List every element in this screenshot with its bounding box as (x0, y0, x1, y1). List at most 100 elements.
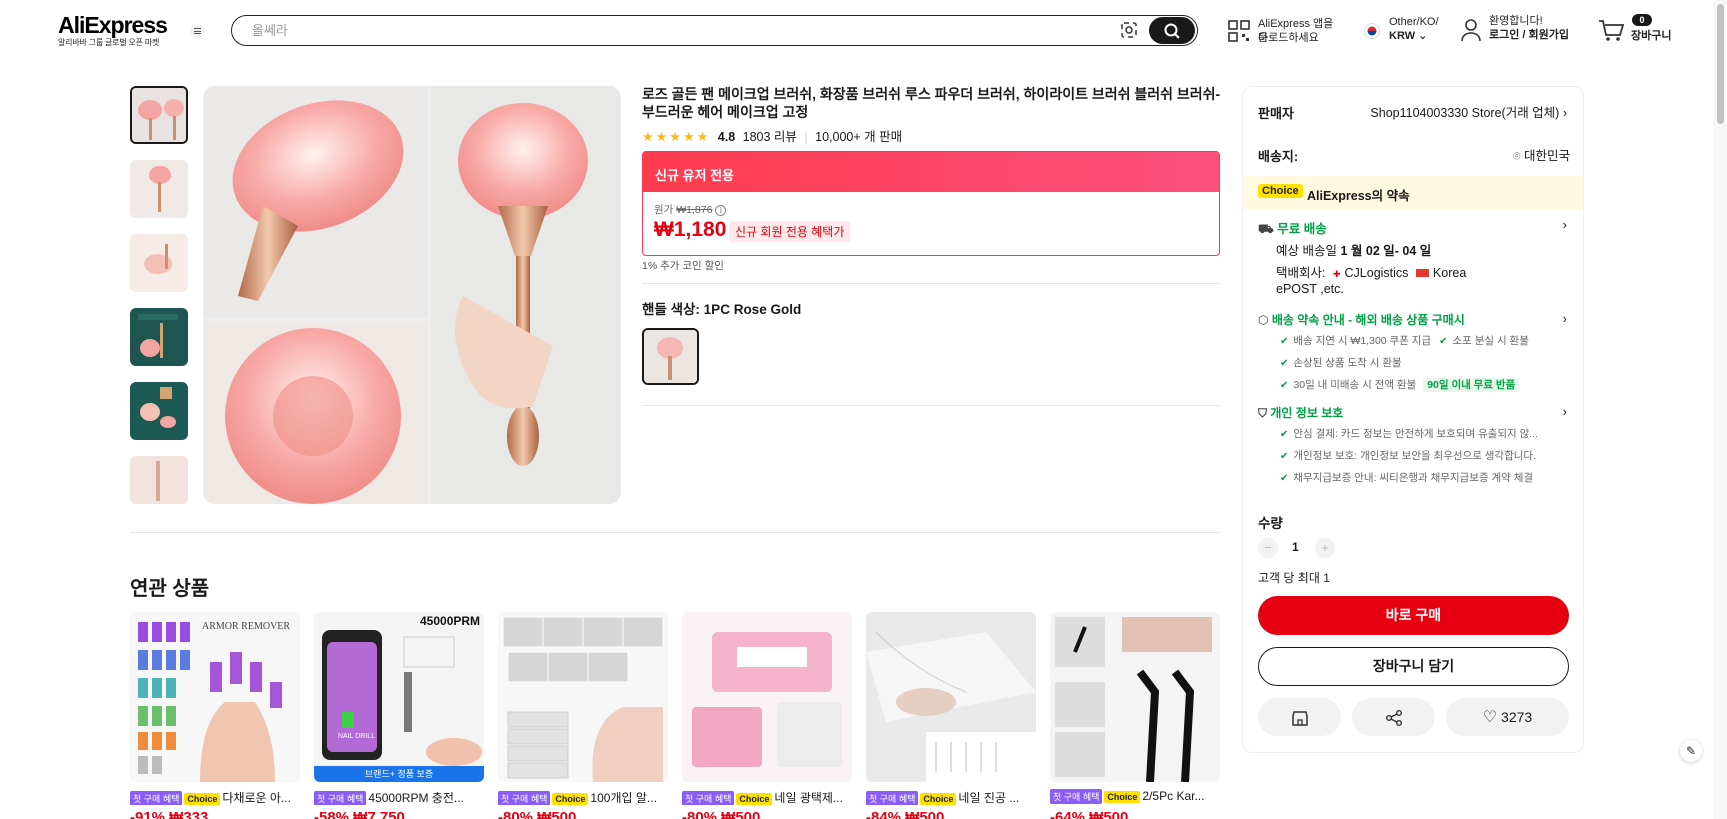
guarantee-title: 배송 약속 안내 - 해외 배송 상품 구매시 (1271, 313, 1465, 327)
coin-discount-note: 1% 추가 코인 할인 (642, 260, 724, 272)
free-shipping-row[interactable]: ⛟ 무료 배송 (1258, 218, 1327, 238)
related-product-name: 첫 구매 혜택 Choice 100개입 알... (498, 789, 668, 805)
image-search-icon[interactable] (1118, 19, 1140, 41)
buy-now-button[interactable]: 바로 구매 (1258, 596, 1569, 635)
related-product-image[interactable]: 45000PRM NAIL DRILL 브랜드+ 정품 보증 (314, 612, 484, 782)
check-icon: ✔ (1280, 451, 1289, 462)
locale-selector[interactable]: Other/KO/ KRW ⌄ (1364, 14, 1444, 46)
app-line2: 운로드하세요 (1258, 32, 1319, 44)
aliexpress-logo[interactable]: AliExpress (58, 12, 168, 39)
related-product-card[interactable]: 첫 구매 혜택 Choice 네일 진공 ... -84% ₩500 (866, 612, 1036, 819)
related-product-price: -80% ₩500 (498, 809, 577, 819)
ship-to-selector[interactable]: ⌾ 대한민국 (1513, 145, 1570, 164)
related-product-card[interactable]: 첫 구매 혜택 Choice 네일 광택제... -80% ₩500 (682, 612, 852, 819)
search-button[interactable] (1149, 17, 1195, 44)
search-input[interactable] (252, 21, 1102, 40)
privacy-row[interactable]: ⛉ 개인 정보 보호 (1258, 404, 1343, 421)
privacy-title: 개인 정보 보호 (1270, 406, 1344, 420)
thumbnail-5[interactable] (130, 382, 188, 440)
sold-count: 10,000+ 개 판매 (815, 130, 903, 144)
thumbnail-4[interactable] (130, 308, 188, 366)
new-user-promo-box: 신규 유저 전용 원가 ₩1,876 i ₩1,180 신규 회원 전용 혜택가 (642, 151, 1220, 256)
related-product-image[interactable]: ARMOR REMOVER (130, 612, 300, 782)
related-product-name: 첫 구매 혜택 Choice 2/5Pc Kar... (1050, 789, 1220, 805)
delivery-guarantee-row[interactable]: ⬡ 배송 약속 안내 - 해외 배송 상품 구매시 (1258, 311, 1465, 328)
estimated-delivery: 예상 배송일 1 월 02 일- 04 일 (1276, 240, 1431, 259)
share-icon (1385, 710, 1402, 727)
product-name: 네일 진공 ... (958, 791, 1020, 805)
related-product-card[interactable]: 첫 구매 혜택 Choice 2/5Pc Kar... -64% ₩500 (1050, 612, 1220, 819)
rating-value: 4.8 (717, 130, 736, 144)
store-button[interactable] (1258, 698, 1341, 736)
price-badge: 신규 회원 전용 혜택가 (729, 221, 851, 242)
download-app-link[interactable]: AliExpress 앱을 다 운로드하세요 (1228, 17, 1338, 47)
cart-icon (1599, 20, 1624, 41)
thumbnail-6[interactable] (130, 456, 188, 504)
svg-text:ARMOR REMOVER: ARMOR REMOVER (202, 621, 290, 632)
related-product-name: 첫 구매 혜택 Choice 네일 광택제... (682, 789, 852, 805)
related-product-image[interactable] (866, 612, 1036, 782)
quantity-label: 수량 (1258, 516, 1283, 531)
choice-banner: Choice AliExpress의 약속 (1243, 176, 1583, 209)
chevron-right-icon[interactable]: › (1563, 311, 1567, 326)
product-name: 45000RPM 충전... (368, 791, 464, 805)
choice-tag: Choice (552, 793, 589, 805)
quantity-increase-button[interactable]: + (1315, 538, 1335, 558)
cart-count-badge: 0 (1632, 14, 1652, 26)
choice-tag: Choice (1104, 791, 1141, 803)
related-product-card[interactable]: ARMOR REMOVER 첫 구매 혜택 Choice 다채로운 아... -91… (130, 612, 300, 819)
first-purchase-tag: 첫 구매 혜택 (498, 791, 551, 805)
cj-logo-icon: ✚ (1332, 269, 1341, 279)
top-header: AliExpress 알리바바 그룹 글로벌 오픈 마켓 AliExpress … (0, 0, 1727, 62)
heart-icon: ♡ (1482, 709, 1498, 726)
feedback-edit-icon[interactable]: ✎ (1680, 740, 1702, 762)
related-product-image[interactable] (1050, 612, 1220, 782)
truck-icon: ⛟ (1258, 222, 1274, 236)
info-icon[interactable]: i (715, 205, 727, 216)
search-icon (1164, 23, 1180, 39)
rating-stars[interactable]: ★★★★★ (642, 129, 710, 144)
seller-link[interactable]: Shop1104003330 Store(거래 업체) › (1370, 102, 1567, 121)
shield-icon: ⬡ (1258, 313, 1269, 327)
wishlist-button[interactable]: ♡ 3273 (1446, 698, 1569, 736)
main-product-image[interactable] (203, 86, 621, 504)
color-swatch-rose-gold[interactable] (642, 328, 699, 385)
first-purchase-tag: 첫 구매 혜택 (314, 791, 367, 805)
add-to-cart-button[interactable]: 장바구니 담기 (1258, 647, 1569, 686)
guarantee-text: 배송 지연 시 ₩1,300 쿠폰 지급 (1293, 335, 1432, 347)
cart-label: 장바구니 (1631, 30, 1672, 42)
est-delivery-prefix: 예상 배송일 (1276, 244, 1337, 258)
cart-link[interactable]: 0 장바구니 (1598, 14, 1678, 46)
account-link[interactable]: 환영합니다! 로그인 / 회원가입 (1460, 14, 1570, 46)
divider (642, 405, 1220, 406)
thumbnail-2[interactable] (130, 160, 188, 218)
original-price-row: 원가 ₩1,876 i (654, 202, 727, 217)
thumbnail-1[interactable] (130, 86, 188, 144)
review-count[interactable]: 1803 리뷰 (743, 130, 797, 144)
related-product-image[interactable] (682, 612, 852, 782)
logo-subtitle: 알리바바 그룹 글로벌 오픈 마켓 (58, 38, 160, 47)
chevron-down-icon: ⌄ (1418, 30, 1428, 42)
product-title: 로즈 골든 팬 메이크업 브러쉬, 화장품 브러쉬 루스 파우더 브러쉬, 하이… (642, 86, 1221, 120)
related-product-image[interactable] (498, 612, 668, 782)
check-icon: ✔ (1280, 380, 1289, 391)
share-button[interactable] (1352, 698, 1435, 736)
thumbnail-3[interactable] (130, 234, 188, 292)
check-icon: ✔ (1280, 336, 1289, 347)
scrollbar-thumb[interactable] (1717, 4, 1724, 124)
product-name: 2/5Pc Kar... (1142, 789, 1205, 803)
chevron-right-icon[interactable]: › (1563, 217, 1567, 232)
quantity-decrease-button[interactable]: − (1258, 538, 1278, 558)
menu-icon[interactable] (190, 24, 204, 38)
carrier-cj: CJLogistics (1344, 266, 1409, 280)
related-product-card[interactable]: 첫 구매 혜택 Choice 100개입 알... -80% ₩500 (498, 612, 668, 819)
related-product-price: -58% ₩7,750 (314, 809, 405, 819)
location-icon: ⌾ (1512, 149, 1521, 163)
chevron-right-icon[interactable]: › (1563, 404, 1567, 419)
quantity-value[interactable]: 1 (1292, 540, 1299, 554)
refund-badge: 90일 이내 무료 반품 (1423, 378, 1520, 392)
choice-tag: Choice (184, 793, 221, 805)
related-product-price: -91% ₩333 (130, 809, 209, 819)
related-product-card[interactable]: 45000PRM NAIL DRILL 브랜드+ 정품 보증 첫 구매 혜택 450… (314, 612, 484, 819)
seller-name: Shop1104003330 Store(거래 업체) (1370, 106, 1560, 120)
